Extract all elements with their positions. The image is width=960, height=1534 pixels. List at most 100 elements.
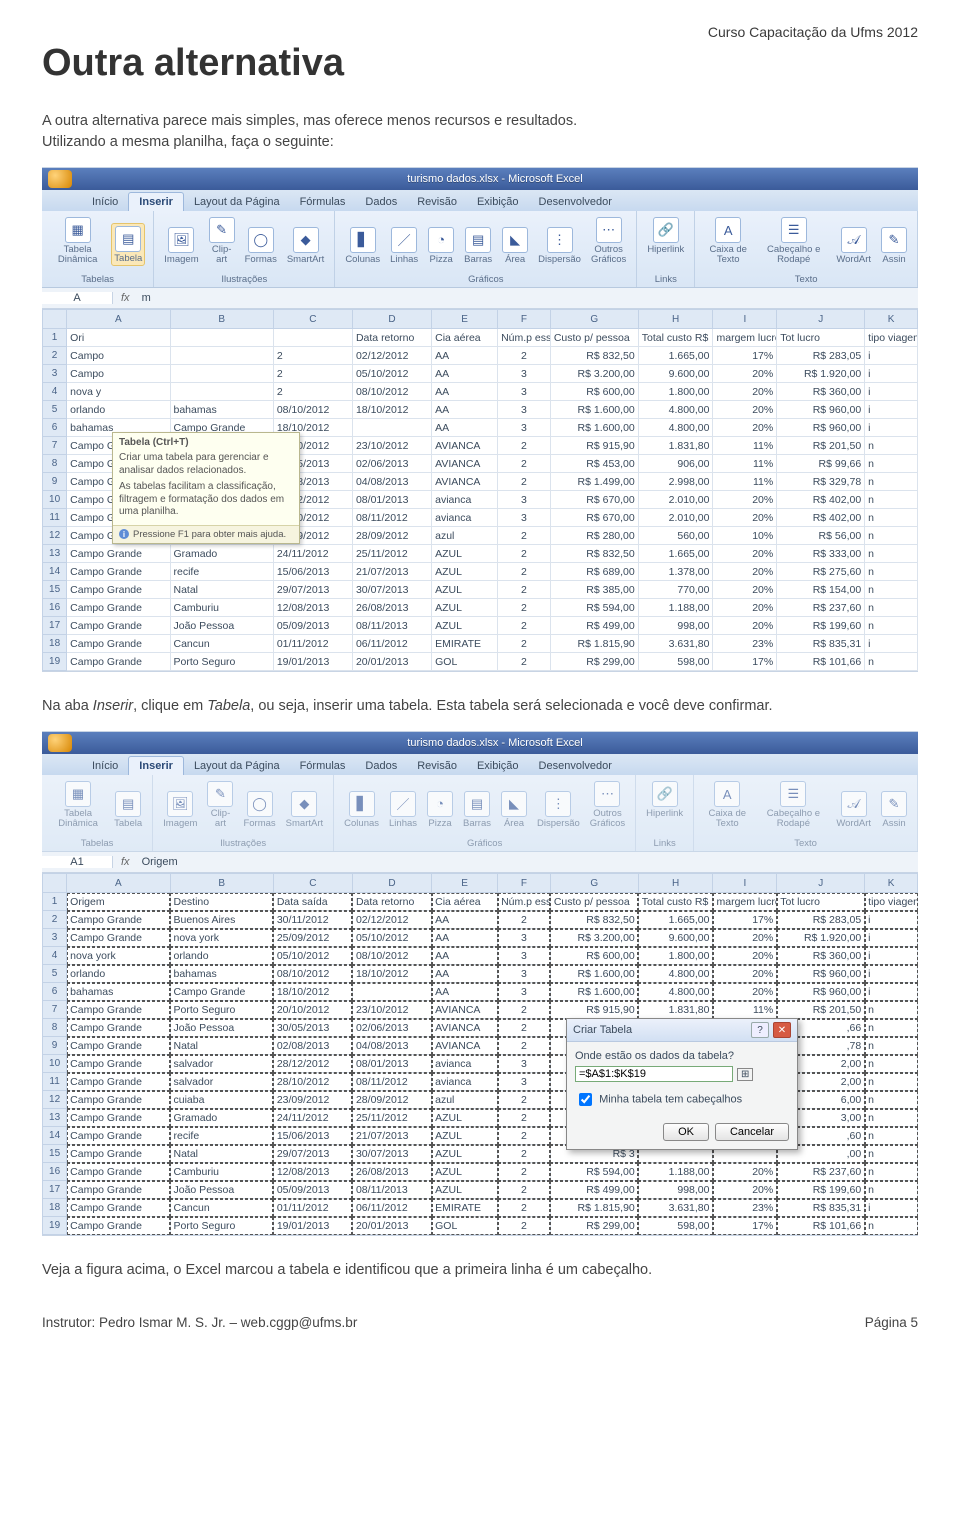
range-input[interactable] — [575, 1066, 733, 1082]
table-row[interactable]: 19Campo GrandePorto Seguro19/01/201320/0… — [43, 1217, 918, 1235]
table-row[interactable]: 18Campo GrandeCancun01/11/201206/11/2012… — [43, 635, 918, 653]
intro-paragraph: A outra alternativa parece mais simples,… — [42, 111, 918, 153]
headers-checkbox-label[interactable]: Minha tabela tem cabeçalhos — [575, 1090, 789, 1109]
sheet-header-row[interactable]: 1 Origem Destino Data saída Data retorno… — [43, 893, 918, 911]
hyperlink-button[interactable]: 🔗Hiperlink — [645, 215, 686, 257]
tab-dados[interactable]: Dados — [355, 757, 407, 775]
columns-chart-button[interactable]: ▋Colunas — [343, 225, 382, 267]
table-row[interactable]: 4nova yorkorlando05/10/201208/10/2012AA3… — [43, 947, 918, 965]
tab-exibicao[interactable]: Exibição — [467, 757, 529, 775]
ribbon-group-graficos: ▋Colunas ／Linhas ◔Pizza ▤Barras ◣Área ⋮D… — [335, 211, 637, 287]
table-row[interactable]: 13Campo GrandeGramado24/11/201225/11/201… — [43, 545, 918, 563]
table-row[interactable]: 19Campo GrandePorto Seguro19/01/201320/0… — [43, 653, 918, 671]
cancel-button[interactable]: Cancelar — [715, 1123, 789, 1141]
help-icon[interactable]: ? — [751, 1022, 769, 1038]
ok-button[interactable]: OK — [663, 1123, 709, 1141]
pivot-table-button[interactable]: ▦Tabela Dinâmica — [50, 215, 105, 266]
clipart-button[interactable]: ✎Clip-art — [207, 215, 237, 266]
ribbon-tabs: Início Inserir Layout da Página Fórmulas… — [42, 190, 918, 211]
tooltip-body: As tabelas facilitam a classificação, fi… — [119, 481, 293, 519]
table-row[interactable]: 3Campo Grandenova york25/09/201205/10/20… — [43, 929, 918, 947]
formula-bar: A1 fx Origem — [42, 852, 918, 873]
pie-chart-button[interactable]: ◔Pizza — [426, 225, 456, 267]
table-row[interactable]: 7Campo GrandePorto Seguro20/10/201223/10… — [43, 1001, 918, 1019]
tab-formulas[interactable]: Fórmulas — [290, 757, 356, 775]
office-button-icon[interactable] — [48, 734, 72, 752]
dialog-title: Criar Tabela — [573, 1024, 632, 1036]
tab-revisao[interactable]: Revisão — [407, 193, 467, 211]
table-row[interactable]: 2Campo202/12/2012AA2R$ 832,501.665,0017%… — [43, 347, 918, 365]
image-button: 🖼Imagem — [161, 789, 199, 831]
table-row[interactable]: 14Campo Granderecife15/06/201321/07/2013… — [43, 563, 918, 581]
bar-chart-button[interactable]: ▤Barras — [462, 225, 494, 267]
shapes-button[interactable]: ◯Formas — [243, 225, 279, 267]
tooltip-body: Criar uma tabela para gerenciar e analis… — [119, 452, 293, 477]
office-button-icon[interactable] — [48, 170, 72, 188]
footer-instructor: Instrutor: Pedro Ismar M. S. Jr. – web.c… — [42, 1315, 357, 1330]
sheet-header-row[interactable]: 1 Ori Data retornoCia aérea Núm.p essoas… — [43, 329, 918, 347]
headerfooter-button[interactable]: ☰Cabeçalho e Rodapé — [759, 215, 828, 266]
bar-chart-button: ▤Barras — [461, 789, 493, 831]
smartart-button: ◆SmartArt — [284, 789, 325, 831]
table-row[interactable]: 4nova y208/10/2012AA3R$ 600,001.800,0020… — [43, 383, 918, 401]
other-charts-button[interactable]: ⋯Outros Gráficos — [589, 215, 628, 266]
close-icon[interactable]: ✕ — [773, 1022, 791, 1038]
titlebar: turismo dados.xlsx - Microsoft Excel — [42, 732, 918, 754]
tab-desenvolvedor[interactable]: Desenvolvedor — [529, 193, 622, 211]
tab-inicio[interactable]: Início — [82, 193, 128, 211]
tooltip-footer: iPressione F1 para obter mais ajuda. — [113, 525, 299, 543]
image-button[interactable]: 🖼Imagem — [162, 225, 200, 267]
table-row[interactable]: 16Campo GrandeCamburiu12/08/201326/08/20… — [43, 599, 918, 617]
lines-chart-button[interactable]: ／Linhas — [388, 225, 420, 267]
tab-layout[interactable]: Layout da Página — [184, 193, 290, 211]
fx-icon: fx — [113, 856, 138, 868]
table-row[interactable]: 17Campo GrandeJoão Pessoa05/09/201308/11… — [43, 1181, 918, 1199]
table-row[interactable]: 2Campo GrandeBuenos Aires30/11/201202/12… — [43, 911, 918, 929]
dialog-question: Onde estão os dados da tabela? — [575, 1050, 789, 1062]
ribbon-group-tabelas: ▦Tabela Dinâmica ▤Tabela Tabelas — [42, 211, 154, 287]
smartart-button[interactable]: ◆SmartArt — [285, 225, 326, 267]
ribbon-group-ilustracoes: 🖼Imagem ✎Clip-art ◯Formas ◆SmartArt Ilus… — [154, 211, 335, 287]
tab-formulas[interactable]: Fórmulas — [290, 193, 356, 211]
area-chart-button[interactable]: ◣Área — [500, 225, 530, 267]
fx-icon: fx — [113, 292, 138, 304]
other-charts-button: ⋯Outros Gráficos — [588, 779, 627, 830]
scatter-chart-button[interactable]: ⋮Dispersão — [536, 225, 583, 267]
range-selector-icon[interactable]: ⊞ — [737, 1068, 753, 1081]
tab-dados[interactable]: Dados — [355, 193, 407, 211]
excel-screenshot-1: turismo dados.xlsx - Microsoft Excel Iní… — [42, 167, 918, 672]
closing-paragraph: Veja a figura acima, o Excel marcou a ta… — [42, 1260, 918, 1281]
table-row[interactable]: 6bahamasCampo Grande18/10/2012AA3R$ 1.60… — [43, 983, 918, 1001]
tab-inserir[interactable]: Inserir — [128, 192, 184, 211]
tab-desenvolvedor[interactable]: Desenvolvedor — [529, 757, 622, 775]
titlebar: turismo dados.xlsx - Microsoft Excel — [42, 168, 918, 190]
textbox-button[interactable]: ACaixa de Texto — [703, 215, 753, 266]
table-row[interactable]: 15Campo GrandeNatal29/07/201330/07/2013A… — [43, 581, 918, 599]
wordart-button[interactable]: 𝒜WordArt — [834, 225, 873, 267]
table-tooltip: Tabela (Ctrl+T) Criar uma tabela para ge… — [112, 432, 300, 544]
table-row[interactable]: 17Campo GrandeJoão Pessoa05/09/201308/11… — [43, 617, 918, 635]
ribbon-group-texto: ACaixa de Texto ☰Cabeçalho e Rodapé 𝒜Wor… — [695, 211, 918, 287]
tab-revisao[interactable]: Revisão — [407, 757, 467, 775]
tab-exibicao[interactable]: Exibição — [467, 193, 529, 211]
table-row[interactable]: 5orlandobahamas08/10/201218/10/2012AA3R$… — [43, 965, 918, 983]
table-row[interactable]: 16Campo GrandeCamburiu12/08/201326/08/20… — [43, 1163, 918, 1181]
middle-paragraph: Na aba Inserir, clique em Tabela, ou sej… — [42, 696, 918, 717]
pivot-table-button: ▦Tabela Dinâmica — [50, 779, 106, 830]
ribbon-caption: Gráficos — [468, 272, 503, 285]
sign-button[interactable]: ✎Assin — [879, 225, 909, 267]
name-box[interactable]: A — [42, 292, 113, 304]
table-row[interactable]: 3Campo205/10/2012AA3R$ 3.200,009.600,002… — [43, 365, 918, 383]
formula-value[interactable]: Origem — [138, 856, 178, 868]
sign-button: ✎Assin — [879, 789, 909, 831]
table-row[interactable]: 5orlandobahamas08/10/201218/10/2012AA3R$… — [43, 401, 918, 419]
headers-checkbox[interactable] — [579, 1093, 592, 1106]
tab-layout[interactable]: Layout da Página — [184, 757, 290, 775]
tab-inserir[interactable]: Inserir — [128, 756, 184, 775]
tab-inicio[interactable]: Início — [82, 757, 128, 775]
formula-value[interactable]: m — [138, 292, 151, 304]
table-button[interactable]: ▤Tabela — [111, 223, 145, 267]
pie-chart-button: ◔Pizza — [425, 789, 455, 831]
name-box[interactable]: A1 — [42, 856, 113, 868]
table-row[interactable]: 18Campo GrandeCancun01/11/201206/11/2012… — [43, 1199, 918, 1217]
